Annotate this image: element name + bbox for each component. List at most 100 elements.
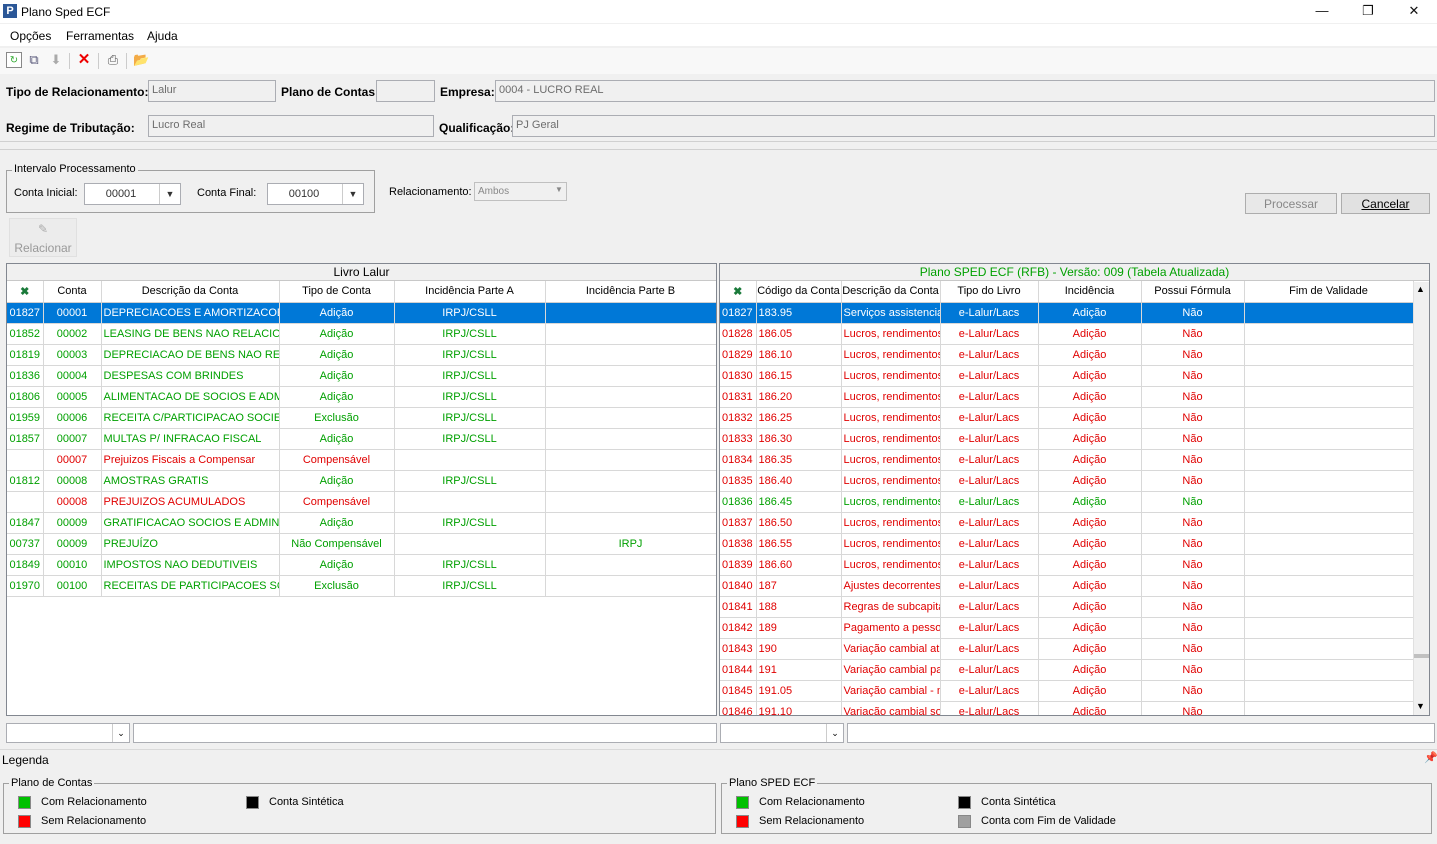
print-icon[interactable]: ⎙ — [105, 52, 121, 68]
table-cell[interactable]: Compensável — [279, 449, 395, 471]
table-row[interactable]: 01831 186.20 Lucros, rendimentos e-Lalur/La… — [720, 386, 1414, 408]
table-cell[interactable]: Adição — [279, 365, 395, 387]
table-cell[interactable] — [545, 512, 716, 534]
table-cell[interactable]: 01847 — [7, 512, 44, 534]
table-cell[interactable]: 01830 — [720, 365, 757, 387]
table-cell[interactable]: 00008 — [43, 470, 102, 492]
table-cell[interactable]: 01819 — [7, 344, 44, 366]
table-cell[interactable]: Adição — [1038, 428, 1142, 450]
table-cell[interactable]: GRATIFICACAO SOCIOS E ADMINIS — [101, 512, 280, 534]
column-header[interactable]: Tipo de Conta — [279, 281, 395, 303]
table-cell[interactable]: Não — [1141, 596, 1245, 618]
table-cell[interactable] — [545, 407, 716, 429]
table-row[interactable]: 00008 PREJUIZOS ACUMULADOS Compensável — [7, 491, 716, 513]
scroll-down-icon[interactable]: ▼ — [1416, 701, 1425, 711]
table-row[interactable]: 01812 00008 AMOSTRAS GRATIS Adição IRPJ/CSLL — [7, 470, 716, 492]
table-row[interactable]: 01835 186.40 Lucros, rendimentos e-Lalur/La… — [720, 470, 1414, 492]
tipo-relacionamento-field[interactable]: Lalur — [148, 80, 276, 102]
table-cell[interactable]: Adição — [1038, 344, 1142, 366]
table-cell[interactable]: Adição — [1038, 659, 1142, 681]
table-cell[interactable]: 00008 — [43, 491, 102, 513]
table-row[interactable]: 01836 186.45 Lucros, rendimentos e-Lalur/La… — [720, 491, 1414, 513]
table-cell[interactable]: IRPJ/CSLL — [394, 512, 546, 534]
column-header[interactable]: Incidência Parte A — [394, 281, 546, 303]
table-cell[interactable]: 186.40 — [756, 470, 842, 492]
table-cell[interactable]: 186.25 — [756, 407, 842, 429]
plano-contas-field[interactable] — [376, 80, 435, 102]
table-cell[interactable]: Adição — [279, 344, 395, 366]
table-cell[interactable]: Adição — [1038, 512, 1142, 534]
table-row[interactable]: 01847 00009 GRATIFICACAO SOCIOS E ADMINIS A… — [7, 512, 716, 534]
table-row[interactable]: 01806 00005 ALIMENTACAO DE SOCIOS E ADMIN A… — [7, 386, 716, 408]
table-cell[interactable]: 01827 — [7, 302, 44, 324]
cancelar-button[interactable]: Cancelar — [1341, 193, 1430, 214]
table-cell[interactable]: 01836 — [720, 491, 757, 513]
table-cell[interactable]: IRPJ/CSLL — [394, 365, 546, 387]
table-cell[interactable]: 01970 — [7, 575, 44, 597]
table-cell[interactable]: Adição — [279, 554, 395, 576]
relacionamento-select[interactable]: Ambos ▼ — [474, 182, 567, 201]
table-cell[interactable]: 00001 — [43, 302, 102, 324]
table-cell[interactable]: e-Lalur/Lacs — [940, 302, 1039, 324]
table-cell[interactable]: Regras de subcapita — [841, 596, 941, 618]
table-row[interactable]: 01840 187 Ajustes decorrentes e-Lalur/Lacs A… — [720, 575, 1414, 597]
table-cell[interactable]: Adição — [1038, 638, 1142, 660]
table-cell[interactable]: Adição — [1038, 596, 1142, 618]
table-row[interactable]: 01844 191 Variação cambial pas e-Lalur/Lacs… — [720, 659, 1414, 681]
table-cell[interactable]: 191 — [756, 659, 842, 681]
table-row[interactable]: 0185200002LEASING DE BENS NAO RELACIONAI… — [7, 323, 716, 345]
table-cell[interactable]: 186.60 — [756, 554, 842, 576]
table-cell[interactable]: 01838 — [720, 533, 757, 555]
table-cell[interactable]: Adição — [1038, 554, 1142, 576]
table-cell[interactable]: 186.50 — [756, 512, 842, 534]
table-cell[interactable]: e-Lalur/Lacs — [940, 407, 1039, 429]
column-header[interactable]: Descrição da Conta — [841, 281, 941, 303]
table-cell[interactable]: Variação cambial pas — [841, 659, 941, 681]
table-cell[interactable] — [1244, 533, 1414, 555]
table-cell[interactable]: DESPESAS COM BRINDES — [101, 365, 280, 387]
table-cell[interactable] — [394, 449, 546, 471]
table-cell[interactable]: Não — [1141, 491, 1245, 513]
table-cell[interactable]: RECEITA C/PARTICIPACAO SOCIET — [101, 407, 280, 429]
table-cell[interactable]: 01842 — [720, 617, 757, 639]
table-cell[interactable] — [545, 554, 716, 576]
table-cell[interactable]: Adição — [1038, 365, 1142, 387]
table-cell[interactable]: e-Lalur/Lacs — [940, 617, 1039, 639]
table-cell[interactable]: PREJUIZOS ACUMULADOS — [101, 491, 280, 513]
table-cell[interactable] — [1244, 449, 1414, 471]
table-cell[interactable]: Não — [1141, 701, 1245, 715]
table-cell[interactable]: Adição — [1038, 302, 1142, 324]
table-row[interactable]: 01832 186.25 Lucros, rendimentos e-Lalur/La… — [720, 407, 1414, 429]
table-cell[interactable]: Adição — [1038, 533, 1142, 555]
table-cell[interactable]: e-Lalur/Lacs — [940, 365, 1039, 387]
table-cell[interactable]: IRPJ/CSLL — [394, 323, 546, 345]
table-row[interactable]: 01830 186.15 Lucros, rendimentos e-Lalur/La… — [720, 365, 1414, 387]
table-cell[interactable]: 189 — [756, 617, 842, 639]
chevron-down-icon[interactable]: ▼ — [342, 184, 363, 204]
table-cell[interactable]: Lucros, rendimentos — [841, 554, 941, 576]
table-cell[interactable]: e-Lalur/Lacs — [940, 386, 1039, 408]
table-cell[interactable]: Lucros, rendimentos — [841, 449, 941, 471]
table-cell[interactable]: 01839 — [720, 554, 757, 576]
table-cell[interactable] — [1244, 554, 1414, 576]
table-cell[interactable] — [1244, 428, 1414, 450]
table-cell[interactable]: 186.05 — [756, 323, 842, 345]
table-row[interactable]: 01843 190 Variação cambial ativ e-Lalur/Lac… — [720, 638, 1414, 660]
table-cell[interactable] — [1244, 701, 1414, 715]
table-cell[interactable]: e-Lalur/Lacs — [940, 428, 1039, 450]
table-cell[interactable]: Adição — [1038, 449, 1142, 471]
table-row[interactable]: 01845 191.05 Variação cambial - m e-Lalur/L… — [720, 680, 1414, 702]
table-cell[interactable]: 01837 — [720, 512, 757, 534]
table-cell[interactable] — [545, 575, 716, 597]
table-cell[interactable] — [1244, 680, 1414, 702]
table-cell[interactable]: 01844 — [720, 659, 757, 681]
table-cell[interactable]: e-Lalur/Lacs — [940, 323, 1039, 345]
table-cell[interactable] — [1244, 470, 1414, 492]
table-row[interactable]: 00737 00009 PREJUÍZO Não Compensável IRPJ — [7, 533, 716, 555]
table-cell[interactable]: 01843 — [720, 638, 757, 660]
table-cell[interactable]: Variação cambial sob — [841, 701, 941, 715]
table-cell[interactable]: 01852 — [7, 323, 44, 345]
table-row[interactable]: 01970 00100 RECEITAS DE PARTICIPACOES SOC E… — [7, 575, 716, 597]
table-cell[interactable]: Não — [1141, 659, 1245, 681]
table-row[interactable]: 01842 189 Pagamento a pessoa e-Lalur/Lacs Ad… — [720, 617, 1414, 639]
